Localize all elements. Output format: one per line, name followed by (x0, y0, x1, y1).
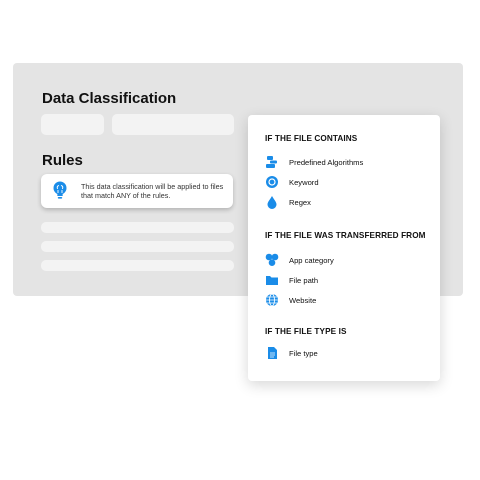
menu-item-label: Keyword (289, 177, 319, 187)
algorithms-icon (266, 156, 277, 168)
description-field[interactable] (112, 114, 234, 135)
menu-item-label: Website (289, 295, 317, 305)
rules-heading: Rules (42, 152, 83, 169)
menu-item-label: Predefined Algorithms (289, 157, 364, 167)
menu-item-app-category[interactable]: App category (265, 253, 334, 267)
file-icon (268, 347, 277, 359)
menu-item-file-type[interactable]: File type (265, 346, 318, 360)
menu-item-regex[interactable]: Regex (265, 195, 311, 209)
globe-icon (266, 293, 278, 307)
rules-info-text: This data classification will be applied… (81, 182, 224, 200)
name-field[interactable] (41, 114, 104, 135)
section-file-type: IF THE FILE TYPE IS (265, 327, 347, 336)
menu-item-label: File type (289, 348, 318, 358)
menu-item-predefined-algorithms[interactable]: Predefined Algorithms (265, 155, 363, 169)
keyword-icon (266, 176, 278, 188)
section-file-transferred-from: IF THE FILE WAS TRANSFERRED FROM (265, 231, 426, 240)
menu-item-website[interactable]: Website (265, 293, 316, 307)
rules-info-note: This data classification will be applied… (41, 174, 233, 208)
rule-placeholder[interactable] (41, 260, 234, 271)
folder-icon (266, 276, 278, 285)
menu-item-keyword[interactable]: Keyword (265, 175, 319, 189)
rule-placeholder[interactable] (41, 241, 234, 252)
menu-item-label: File path (289, 275, 319, 285)
app-category-icon (265, 253, 279, 266)
rule-placeholder[interactable] (41, 222, 234, 233)
menu-item-file-path[interactable]: File path (265, 273, 318, 287)
regex-icon (267, 196, 277, 209)
lightbulb-icon (53, 181, 67, 199)
menu-item-label: Regex (289, 197, 311, 207)
section-file-contains: IF THE FILE CONTAINS (265, 134, 358, 143)
menu-item-label: App category (289, 255, 334, 265)
page-title: Data Classification (42, 90, 177, 107)
